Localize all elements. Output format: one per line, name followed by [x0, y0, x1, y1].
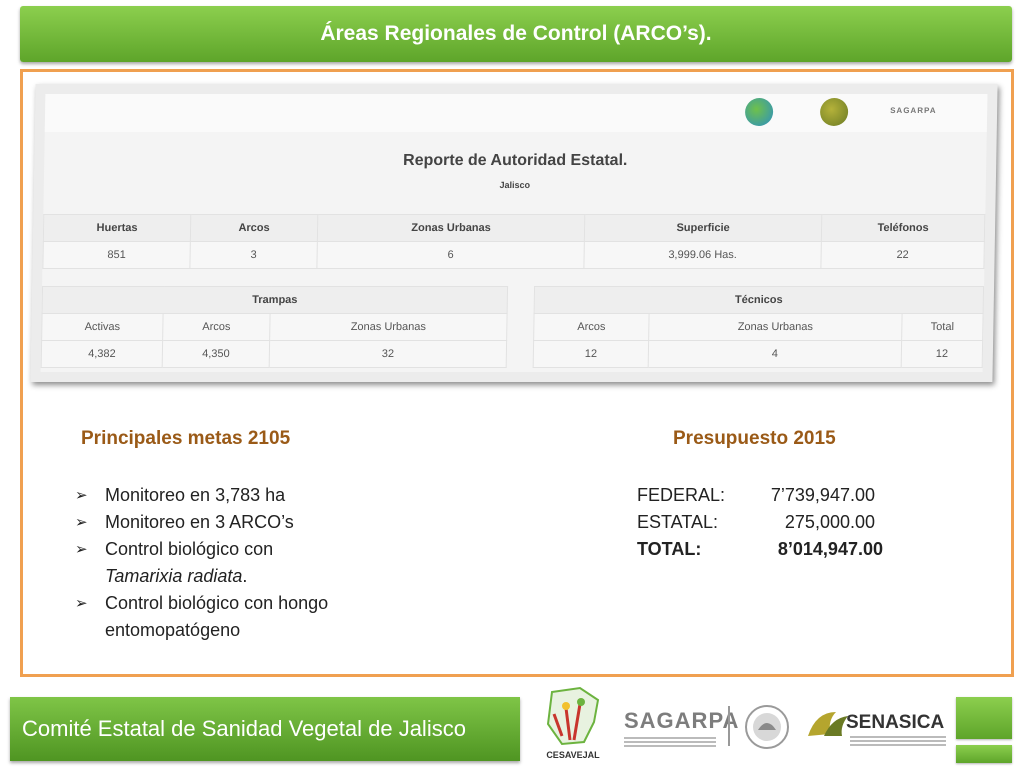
report-subtitle: Jalisco: [499, 180, 531, 190]
table-header-row: Huertas Arcos Zonas Urbanas Superficie T…: [43, 214, 985, 242]
table-group-row: Trampas: [42, 286, 508, 314]
sagarpa-logo: SAGARPA: [624, 708, 739, 749]
report-screenshot: SAGARPA Reporte de Autoridad Estatal. Ja…: [30, 84, 998, 382]
col-huertas: Huertas: [43, 214, 191, 242]
cell-telefonos: 22: [820, 241, 985, 269]
col-zonas-urbanas: Zonas Urbanas: [317, 214, 585, 242]
cell-huertas: 851: [42, 241, 191, 269]
budget-block: FEDERAL: 7’739,947.00 ESTATAL: 275,000.0…: [637, 485, 897, 566]
col-zonas-urbanas: Zonas Urbanas: [269, 313, 508, 341]
trampas-table: Trampas Activas Arcos Zonas Urbanas 4,38…: [41, 286, 508, 368]
cesavejal-logo: CESAVEJAL: [540, 684, 606, 764]
slide-title-bar: Áreas Regionales de Control (ARCO’s).: [20, 6, 1012, 62]
list-item: Monitoreo en 3,783 ha: [75, 482, 395, 509]
cell-zonas-urbanas: 32: [269, 340, 507, 368]
col-activas: Activas: [41, 313, 164, 341]
list-item: Control biológico con hongo entomopatóge…: [75, 590, 395, 644]
logo-divider: [728, 706, 730, 746]
mexico-seal: [744, 704, 790, 755]
footer-bar: Comité Estatal de Sanidad Vegetal de Jal…: [10, 697, 520, 761]
budget-row-federal: FEDERAL: 7’739,947.00: [637, 485, 875, 505]
cell-activas: 4,382: [41, 340, 163, 368]
col-arcos: Arcos: [533, 313, 650, 341]
report-header-strip: SAGARPA: [44, 94, 988, 132]
summary-table: Huertas Arcos Zonas Urbanas Superficie T…: [42, 214, 985, 269]
report-panel: SAGARPA Reporte de Autoridad Estatal. Ja…: [40, 94, 988, 372]
sagarpa-subtext-lines: [624, 737, 716, 749]
budget-row-total: TOTAL: 8’014,947.00: [637, 539, 883, 559]
trampas-title: Trampas: [42, 286, 508, 314]
cesavejal-logo-icon: [744, 98, 774, 126]
cell-zonas-urbanas: 6: [316, 241, 585, 269]
eagle-seal-icon: [745, 705, 789, 749]
decor-square-top: [956, 697, 1012, 739]
col-total: Total: [901, 313, 984, 341]
tecnicos-title: Técnicos: [534, 286, 984, 314]
cell-arcos: 3: [189, 241, 318, 269]
table-header-row: Arcos Zonas Urbanas Total: [533, 313, 984, 341]
table-row: 851 3 6 3,999.06 Has. 22: [42, 241, 985, 269]
table-row: 12 4 12: [533, 340, 983, 368]
cell-arcos: 4,350: [162, 340, 270, 368]
col-zonas-urbanas: Zonas Urbanas: [648, 313, 903, 341]
budget-row-estatal: ESTATAL: 275,000.00: [637, 512, 875, 532]
col-superficie: Superficie: [584, 214, 822, 242]
senasica-label: SENASICA: [846, 712, 945, 733]
species-name: Tamarixia radiata: [105, 566, 243, 586]
senasica-leaf-icon: [808, 712, 848, 736]
table-header-row: Activas Arcos Zonas Urbanas: [41, 313, 508, 341]
decor-square-bottom: [956, 745, 1012, 763]
footer-title: Comité Estatal de Sanidad Vegetal de Jal…: [22, 716, 466, 741]
cell-arcos: 12: [533, 340, 649, 368]
budget-heading: Presupuesto 2015: [673, 428, 836, 449]
senasica-logo-icon: [819, 98, 849, 126]
list-item: Monitoreo en 3 ARCO’s: [75, 509, 395, 536]
table-group-row: Técnicos: [534, 286, 984, 314]
tecnicos-table: Técnicos Arcos Zonas Urbanas Total 12 4 …: [533, 286, 984, 368]
sagarpa-label: SAGARPA: [624, 708, 740, 733]
col-telefonos: Teléfonos: [821, 214, 985, 242]
cesavejal-label: CESAVEJAL: [546, 750, 600, 760]
report-title: Reporte de Autoridad Estatal.: [402, 152, 628, 169]
senasica-subtext-lines: [850, 736, 946, 746]
col-arcos: Arcos: [190, 214, 318, 242]
cesavejal-map-icon: [546, 686, 600, 746]
slide-title: Áreas Regionales de Control (ARCO’s).: [320, 22, 712, 45]
cell-zonas-urbanas: 4: [648, 340, 902, 368]
goals-heading: Principales metas 2105: [81, 428, 291, 449]
goals-list: Monitoreo en 3,783 ha Monitoreo en 3 ARC…: [75, 482, 395, 644]
table-row: 4,382 4,350 32: [41, 340, 507, 368]
sagarpa-logo-text: SAGARPA: [890, 106, 937, 115]
list-item: Control biológico conTamarixia radiata.: [75, 536, 395, 590]
cell-superficie: 3,999.06 Has.: [583, 241, 822, 269]
content-frame: SAGARPA Reporte de Autoridad Estatal. Ja…: [20, 69, 1014, 677]
cell-total: 12: [901, 340, 983, 368]
col-arcos: Arcos: [162, 313, 271, 341]
